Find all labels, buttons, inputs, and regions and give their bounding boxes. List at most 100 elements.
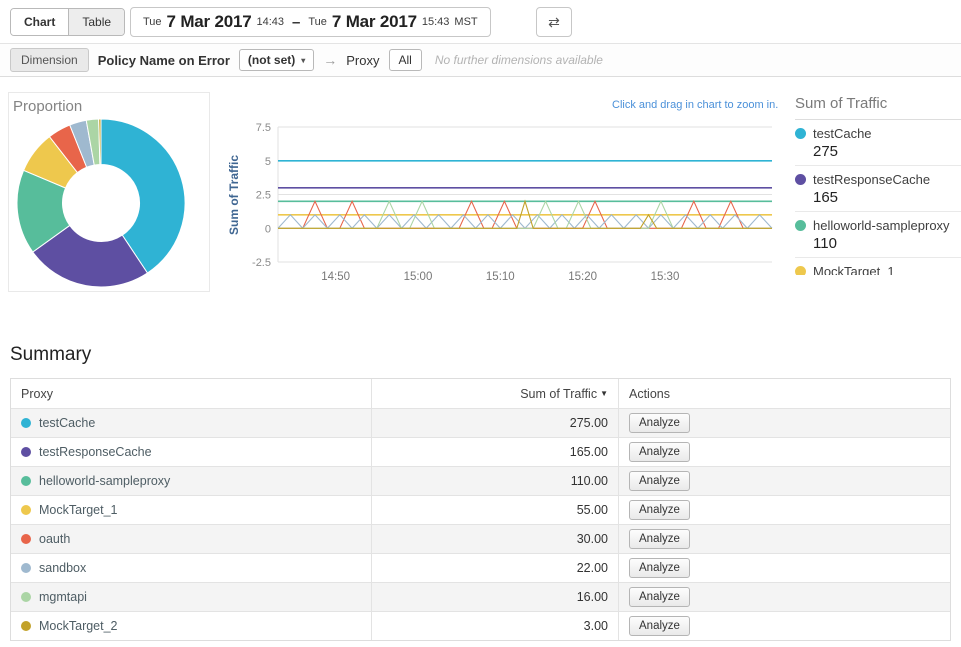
summary-table-body: testCache275.00AnalyzetestResponseCache1… <box>11 408 950 640</box>
analyze-button[interactable]: Analyze <box>629 529 690 549</box>
proxy-cell: helloworld-sampleproxy <box>11 467 371 495</box>
legend-proxy-name: MockTarget_1 <box>813 264 895 275</box>
proxy-name: testCache <box>39 416 95 430</box>
table-row: MockTarget_155.00Analyze <box>11 495 950 524</box>
y-tick-label: 7.5 <box>256 122 271 134</box>
dimension-chip[interactable]: Dimension <box>10 48 89 72</box>
series-color-dot <box>21 592 31 602</box>
chart-legend-items: testCache 275 testResponseCache 165 hellowor… <box>795 120 961 275</box>
actions-cell: Analyze <box>618 583 950 611</box>
y-tick-label: 5 <box>265 156 271 168</box>
analyze-button[interactable]: Analyze <box>629 587 690 607</box>
dimension-name-label: Policy Name on Error <box>98 53 230 68</box>
proxy-cell: oauth <box>11 525 371 553</box>
legend-proxy-name: testCache <box>813 126 872 141</box>
chart-tab-button[interactable]: Chart <box>11 9 68 35</box>
timezone-label: MST <box>454 16 477 28</box>
traffic-column-header[interactable]: Sum of Traffic▼ <box>371 379 618 408</box>
series-color-dot <box>21 505 31 515</box>
dimension-value-dropdown[interactable]: (not set) ▾ <box>239 49 314 71</box>
proxy-column-header[interactable]: Proxy <box>11 379 371 408</box>
dimension-bar: Dimension Policy Name on Error (not set)… <box>0 44 961 77</box>
traffic-value-cell: 22.00 <box>371 554 618 582</box>
analyze-button[interactable]: Analyze <box>629 616 690 636</box>
summary-table-header: Proxy Sum of Traffic▼ Actions <box>11 379 950 408</box>
actions-cell: Analyze <box>618 496 950 524</box>
summary-table: Proxy Sum of Traffic▼ Actions testCache 2… <box>10 378 951 641</box>
analyze-button[interactable]: Analyze <box>629 413 690 433</box>
analyze-button[interactable]: Analyze <box>629 471 690 491</box>
table-row: helloworld-sampleproxy 110.00 Analyze <box>11 466 950 495</box>
legend-item[interactable]: testResponseCache 165 <box>795 166 961 212</box>
traffic-line-chart[interactable]: -2.502.557.514:5015:0015:1015:2015:30 <box>230 105 780 290</box>
proxy-name: helloworld-sampleproxy <box>39 474 170 488</box>
legend-value: 110 <box>813 235 961 252</box>
actions-cell: Analyze <box>618 554 950 582</box>
refresh-button[interactable]: ⇄ <box>536 7 572 37</box>
legend-value: 275 <box>813 143 961 160</box>
legend-name-row: MockTarget_1 <box>795 264 961 275</box>
traffic-value-cell: 16.00 <box>371 583 618 611</box>
x-tick-label: 14:50 <box>321 271 350 283</box>
proxy-cell: MockTarget_1 <box>11 496 371 524</box>
refresh-icon: ⇄ <box>548 14 560 30</box>
arrow-right-icon: → <box>323 52 337 68</box>
proxy-name: sandbox <box>39 561 86 575</box>
proxy-name: oauth <box>39 532 70 546</box>
table-row: MockTarget_23.00Analyze <box>11 611 950 640</box>
dimension-selected-value: (not set) <box>248 53 295 67</box>
sort-descending-icon: ▼ <box>600 389 608 398</box>
actions-cell: Analyze <box>618 467 950 495</box>
proxy-dimension-label: Proxy <box>346 53 379 68</box>
table-tab-button[interactable]: Table <box>68 9 124 35</box>
series-color-dot <box>21 418 31 428</box>
traffic-value-cell: 275.00 <box>371 409 618 437</box>
legend-proxy-name: testResponseCache <box>813 172 930 187</box>
table-row: sandbox 22.00 Analyze <box>11 553 950 582</box>
legend-color-dot <box>795 220 806 231</box>
traffic-value-cell: 110.00 <box>371 467 618 495</box>
actions-cell: Analyze <box>618 438 950 466</box>
table-row: mgmtapi 16.00 Analyze <box>11 582 950 611</box>
actions-column-header: Actions <box>618 379 950 408</box>
x-tick-label: 15:20 <box>568 271 597 283</box>
chart-table-toggle: Chart Table <box>10 8 125 36</box>
date-range-picker[interactable]: Tue 7 Mar 2017 14:43 – Tue 7 Mar 2017 15… <box>130 7 491 37</box>
proxy-cell: sandbox <box>11 554 371 582</box>
legend-name-row: testCache <box>795 126 961 141</box>
actions-cell: Analyze <box>618 612 950 640</box>
analyze-button[interactable]: Analyze <box>629 558 690 578</box>
series-color-dot <box>21 563 31 573</box>
proportion-donut-chart[interactable] <box>15 117 187 289</box>
start-time: 14:43 <box>257 16 285 28</box>
series-color-dot <box>21 476 31 486</box>
proxy-name: mgmtapi <box>39 590 87 604</box>
end-time: 15:43 <box>422 16 450 28</box>
x-tick-label: 15:30 <box>651 271 680 283</box>
proxy-name: MockTarget_2 <box>39 619 118 633</box>
series-color-dot <box>21 534 31 544</box>
chart-legend: Sum of Traffic testCache 275 testResponseC… <box>795 95 961 275</box>
summary-title: Summary <box>10 344 91 366</box>
analyze-button[interactable]: Analyze <box>629 500 690 520</box>
legend-name-row: testResponseCache <box>795 172 961 187</box>
proxy-name: testResponseCache <box>39 445 152 459</box>
y-tick-label: 2.5 <box>256 190 271 202</box>
legend-item[interactable]: helloworld-sampleproxy 110 <box>795 212 961 258</box>
proxy-name: MockTarget_1 <box>39 503 118 517</box>
analyze-button[interactable]: Analyze <box>629 442 690 462</box>
date-range-separator: – <box>292 14 300 31</box>
start-date: 7 Mar 2017 <box>167 12 252 32</box>
legend-item[interactable]: testCache 275 <box>795 120 961 166</box>
table-row: testResponseCache165.00Analyze <box>11 437 950 466</box>
legend-item[interactable]: MockTarget_155 <box>795 258 961 275</box>
legend-proxy-name: helloworld-sampleproxy <box>813 218 950 233</box>
legend-title: Sum of Traffic <box>795 95 961 120</box>
legend-color-dot <box>795 174 806 185</box>
legend-color-dot <box>795 128 806 139</box>
proxy-cell: mgmtapi <box>11 583 371 611</box>
legend-color-dot <box>795 266 806 275</box>
proxy-filter-all-button[interactable]: All <box>389 49 422 71</box>
legend-value: 165 <box>813 189 961 206</box>
chart-series-line[interactable] <box>278 215 772 229</box>
